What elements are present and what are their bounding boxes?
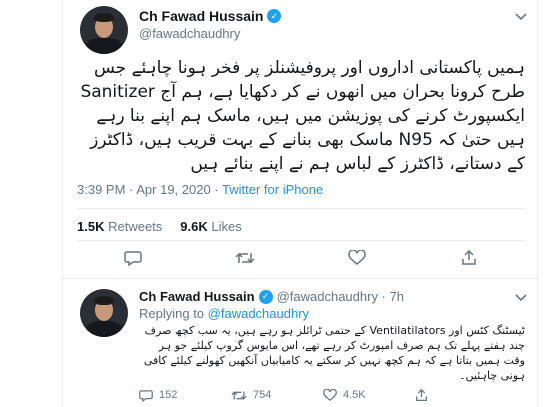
tweet-text: ہمیں پاکستانی اداروں اور پروفیشنلز پر فخ… [80,58,525,174]
reply-count: 152 [159,389,178,401]
timeline-column: Ch Fawad Hussain ✓ @fawadchaudhry ہمیں پ… [62,0,539,407]
author-handle[interactable]: @fawadchaudhry [139,26,240,41]
reply-retweet-button[interactable]: 754 [231,389,323,402]
share-icon [415,388,428,401]
tweet-separator [63,278,539,279]
caret-down-icon[interactable] [515,10,527,24]
replying-to-link[interactable]: @fawadchaudhry [208,306,309,321]
reply-icon [139,389,153,402]
reply-like-button[interactable]: 4.5K [323,388,415,402]
likes-stat[interactable]: 9.6K Likes [180,219,241,234]
avatar[interactable] [80,289,128,337]
author-display-name[interactable]: Ch Fawad Hussain [139,8,263,24]
tweet-source[interactable]: Twitter for iPhone [222,182,323,197]
replying-to: Replying to @fawadchaudhry [139,306,310,321]
divider [77,240,525,241]
reply-actions: 152 754 4.5K [139,387,525,403]
like-icon[interactable] [343,246,371,270]
reply-share-button[interactable] [415,388,507,402]
author-name-row: Ch Fawad Hussain ✓ [139,8,282,24]
retweet-count: 754 [253,389,272,401]
reply-handle-time[interactable]: @fawadchaudhry · 7h [277,289,404,304]
main-tweet: Ch Fawad Hussain ✓ @fawadchaudhry ہمیں پ… [63,0,539,278]
verified-icon: ✓ [267,9,282,23]
share-icon[interactable] [455,246,483,270]
divider [77,208,525,209]
retweets-stat[interactable]: 1.5K Retweets [77,219,162,234]
tweet-actions [77,246,525,270]
tweet-stats: 1.5K Retweets 9.6K Likes [77,219,242,234]
reply-icon[interactable] [119,246,147,270]
reply-author-row: Ch Fawad Hussain ✓ @fawadchaudhry · 7h [139,289,404,304]
verified-icon: ✓ [258,289,273,304]
reply-reply-button[interactable]: 152 [139,389,231,402]
tweet-meta: 3:39 PM · Apr 19, 2020 · Twitter for iPh… [77,182,323,197]
retweet-icon[interactable] [231,246,259,270]
reply-text: ٹیسٹنگ کٹس اور Ventilatilators کے حتمی ٹ… [143,324,525,382]
caret-down-icon[interactable] [515,291,527,305]
reply-tweet[interactable]: Ch Fawad Hussain ✓ @fawadchaudhry · 7h R… [63,285,539,407]
tweet-timestamp[interactable]: 3:39 PM · Apr 19, 2020 · [77,182,222,197]
avatar[interactable] [80,6,128,54]
retweet-icon [231,390,247,400]
reply-display-name[interactable]: Ch Fawad Hussain [139,289,255,304]
like-count: 4.5K [343,389,366,401]
like-icon [323,388,337,401]
